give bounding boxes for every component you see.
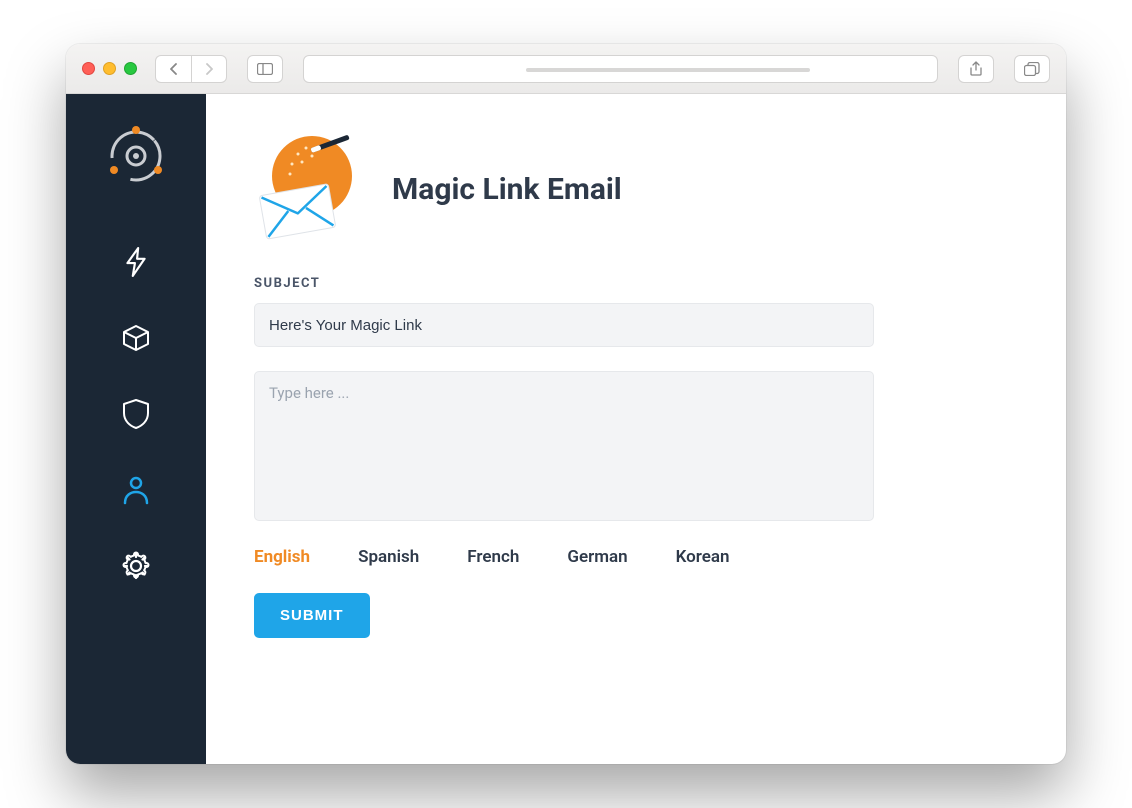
sidebar-item-cube[interactable] (118, 320, 154, 356)
chevron-left-icon (168, 63, 180, 75)
sidebar-item-lightning[interactable] (118, 244, 154, 280)
close-window-button[interactable] (82, 62, 95, 75)
back-button[interactable] (155, 55, 191, 83)
lightning-icon (123, 247, 149, 277)
tabs-button[interactable] (1014, 55, 1050, 83)
logo-icon (102, 122, 170, 190)
address-bar[interactable] (303, 55, 938, 83)
lang-tab-french[interactable]: French (467, 547, 519, 567)
cube-icon (121, 323, 151, 353)
app-logo[interactable] (102, 122, 170, 194)
lang-tab-korean[interactable]: Korean (676, 547, 730, 567)
forward-button[interactable] (191, 55, 227, 83)
share-button[interactable] (958, 55, 994, 83)
chevron-right-icon (203, 63, 215, 75)
subject-input[interactable] (254, 303, 874, 347)
share-icon (969, 61, 983, 77)
subject-label: SUBJECT (254, 276, 1006, 291)
user-icon (122, 475, 150, 505)
page-header: Magic Link Email (254, 134, 1006, 244)
minimize-window-button[interactable] (103, 62, 116, 75)
sidebar-toggle-button[interactable] (247, 55, 283, 83)
sidebar-item-settings[interactable] (118, 548, 154, 584)
lang-tab-english[interactable]: English (254, 547, 310, 567)
magic-link-illustration (254, 134, 364, 244)
maximize-window-button[interactable] (124, 62, 137, 75)
window-controls (82, 62, 137, 75)
lang-tab-spanish[interactable]: Spanish (358, 547, 419, 567)
body-textarea[interactable] (254, 371, 874, 521)
sidebar (66, 94, 206, 764)
gear-icon (121, 551, 151, 581)
lang-tab-german[interactable]: German (567, 547, 627, 567)
page-title: Magic Link Email (392, 172, 622, 207)
browser-window: Magic Link Email SUBJECT English Spanish… (66, 44, 1066, 764)
titlebar (66, 44, 1066, 94)
shield-icon (122, 398, 150, 430)
sidebar-item-shield[interactable] (118, 396, 154, 432)
main-content: Magic Link Email SUBJECT English Spanish… (206, 94, 1066, 764)
sidebar-icon (257, 63, 273, 75)
language-tabs: English Spanish French German Korean (254, 547, 1006, 567)
app-body: Magic Link Email SUBJECT English Spanish… (66, 94, 1066, 764)
sidebar-item-user[interactable] (118, 472, 154, 508)
tabs-icon (1024, 62, 1040, 76)
submit-button[interactable]: SUBMIT (254, 593, 370, 638)
nav-buttons (155, 55, 227, 83)
